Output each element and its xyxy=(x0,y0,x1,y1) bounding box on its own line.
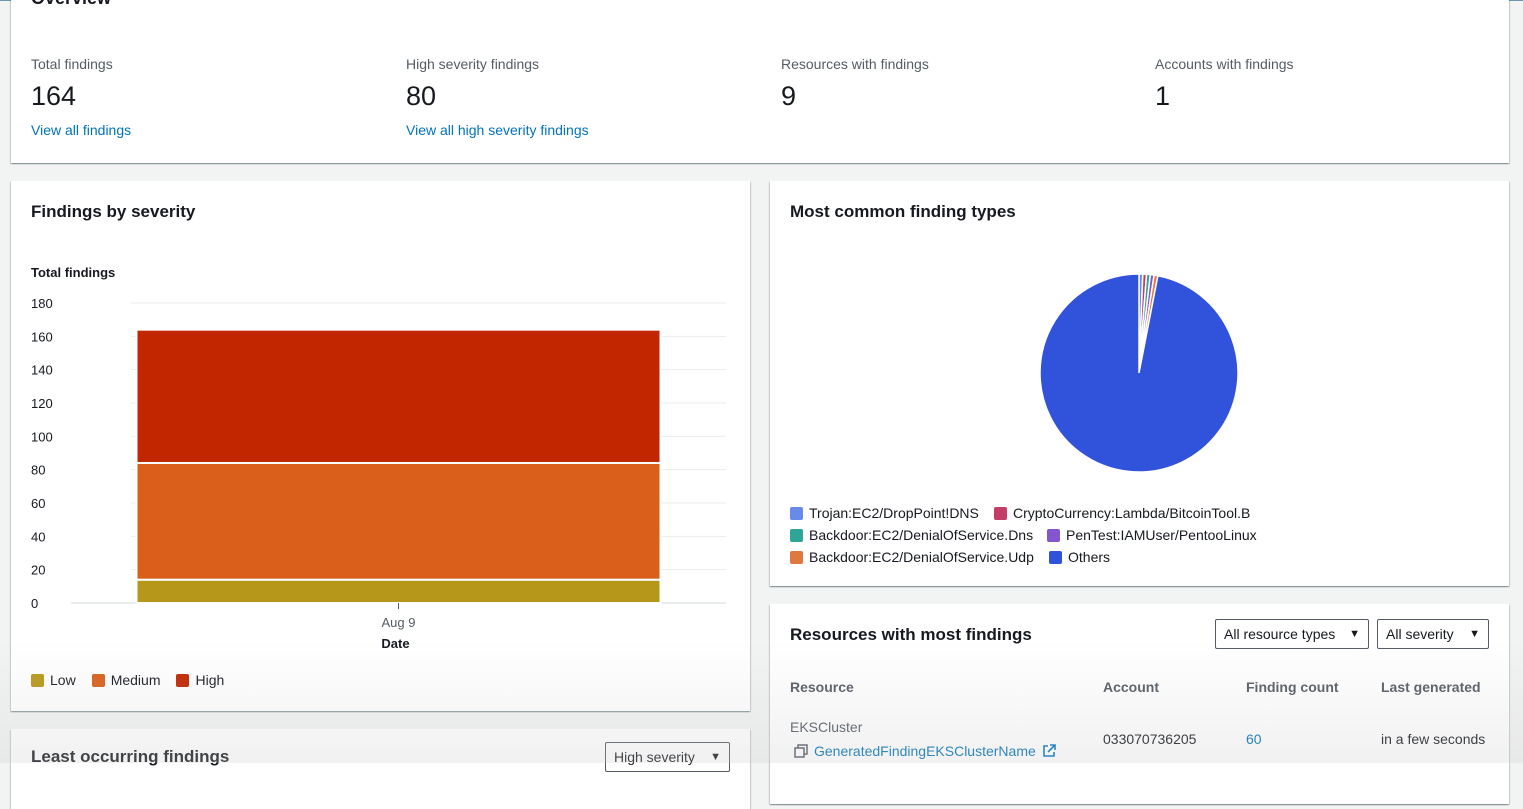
finding-types-card: Most common finding types Trojan:EC2/Dro… xyxy=(770,181,1509,586)
swatch xyxy=(1047,528,1060,542)
y-tick-label: 80 xyxy=(31,463,45,478)
column-header-finding-count[interactable]: Finding count xyxy=(1246,679,1339,695)
column-header-resource[interactable]: Resource xyxy=(790,679,854,695)
least-severity-select[interactable]: High severity ▼ xyxy=(605,742,730,772)
column-header-account[interactable]: Account xyxy=(1103,679,1159,695)
resource-type-select[interactable]: All resource types ▼ xyxy=(1215,619,1369,649)
stat-value: 80 xyxy=(406,81,437,111)
stat-label: Accounts with findings xyxy=(1155,56,1294,72)
least-occurring-title: Least occurring findings xyxy=(31,747,230,766)
overview-title: Overview xyxy=(31,0,111,9)
severity-select[interactable]: All severity ▼ xyxy=(1377,619,1489,649)
account-id: 033070736205 xyxy=(1103,731,1197,747)
y-axis-label: Total findings xyxy=(31,265,115,280)
y-tick-label: 60 xyxy=(31,496,45,511)
low-swatch xyxy=(31,673,44,687)
finding-count-link[interactable]: 60 xyxy=(1246,731,1262,747)
copy-icon[interactable] xyxy=(794,744,808,758)
swatch xyxy=(790,506,803,520)
stat-label: Resources with findings xyxy=(781,56,929,72)
legend-low[interactable]: Low xyxy=(31,672,76,688)
swatch xyxy=(994,506,1007,520)
stat-total-findings: Total findings 164 View all findings xyxy=(31,56,131,138)
last-generated: in a few seconds xyxy=(1381,731,1486,747)
y-tick-label: 100 xyxy=(31,429,53,444)
view-all-findings-link[interactable]: View all findings xyxy=(31,122,131,138)
finding-types-pie xyxy=(1039,273,1239,473)
chevron-down-icon: ▼ xyxy=(1469,628,1480,640)
legend-backdoor-udp[interactable]: Backdoor:EC2/DenialOfService.Udp xyxy=(790,549,1034,565)
y-tick-label: 20 xyxy=(31,563,45,578)
stat-resources: Resources with findings 9 xyxy=(781,56,929,112)
least-occurring-card: Least occurring findings High severity ▼ xyxy=(11,729,750,809)
legend-backdoor-dns[interactable]: Backdoor:EC2/DenialOfService.Dns xyxy=(790,527,1033,543)
y-tick-label: 0 xyxy=(31,596,38,611)
high-swatch xyxy=(176,673,190,687)
stat-high-severity: High severity findings 80 View all high … xyxy=(406,56,589,138)
legend-trojan[interactable]: Trojan:EC2/DropPoint!DNS xyxy=(790,505,979,521)
legend-others[interactable]: Others xyxy=(1049,549,1110,565)
overview-card: Overview Total findings 164 View all fin… xyxy=(11,0,1509,163)
swatch xyxy=(790,528,803,542)
y-tick-label: 40 xyxy=(31,529,45,544)
legend-pentest[interactable]: PenTest:IAMUser/PentooLinux xyxy=(1047,527,1257,543)
bar-segment-low xyxy=(135,578,662,604)
bar-segment-high xyxy=(135,328,662,464)
stat-value: 164 xyxy=(31,81,77,111)
legend-high[interactable]: High xyxy=(176,672,224,688)
resource-name-row: GeneratedFindingEKSClusterName xyxy=(794,743,1056,759)
medium-swatch xyxy=(91,673,105,687)
resource-type: EKSCluster xyxy=(790,719,863,735)
y-tick-label: 160 xyxy=(31,329,53,344)
view-high-severity-link[interactable]: View all high severity findings xyxy=(406,122,589,138)
y-tick-label: 180 xyxy=(31,296,53,311)
bar-segment-medium xyxy=(135,462,662,581)
external-link-icon[interactable] xyxy=(1042,744,1056,758)
legend-cryptocurrency[interactable]: CryptoCurrency:Lambda/BitcoinTool.B xyxy=(994,505,1250,521)
x-tick-label: Aug 9 xyxy=(382,615,416,630)
pie-slice-others[interactable] xyxy=(1039,273,1239,473)
stat-value: 1 xyxy=(1155,81,1171,111)
severity-legend: Low Medium High xyxy=(31,672,240,688)
swatch xyxy=(1049,550,1062,564)
chevron-down-icon: ▼ xyxy=(710,751,721,763)
legend-medium[interactable]: Medium xyxy=(91,672,160,688)
y-tick-label: 120 xyxy=(31,396,53,411)
chevron-down-icon: ▼ xyxy=(1349,628,1360,640)
column-header-last-generated[interactable]: Last generated xyxy=(1381,679,1481,695)
resource-name-link[interactable]: GeneratedFindingEKSClusterName xyxy=(814,743,1036,759)
x-axis-label: Date xyxy=(381,636,409,651)
stat-accounts: Accounts with findings 1 xyxy=(1155,56,1294,112)
swatch xyxy=(790,550,803,564)
severity-chart: Total findings 0 20 40 60 80 100 120 140 160 180 Au… xyxy=(31,265,726,651)
stat-value: 9 xyxy=(781,81,797,111)
stat-label: Total findings xyxy=(31,56,113,72)
resources-title: Resources with most findings xyxy=(790,625,1032,644)
resources-card: Resources with most findings All resourc… xyxy=(770,604,1509,804)
severity-card: Findings by severity Total findings 0 20 40… xyxy=(11,181,750,711)
y-tick-label: 140 xyxy=(31,363,53,378)
stat-label: High severity findings xyxy=(406,56,540,72)
